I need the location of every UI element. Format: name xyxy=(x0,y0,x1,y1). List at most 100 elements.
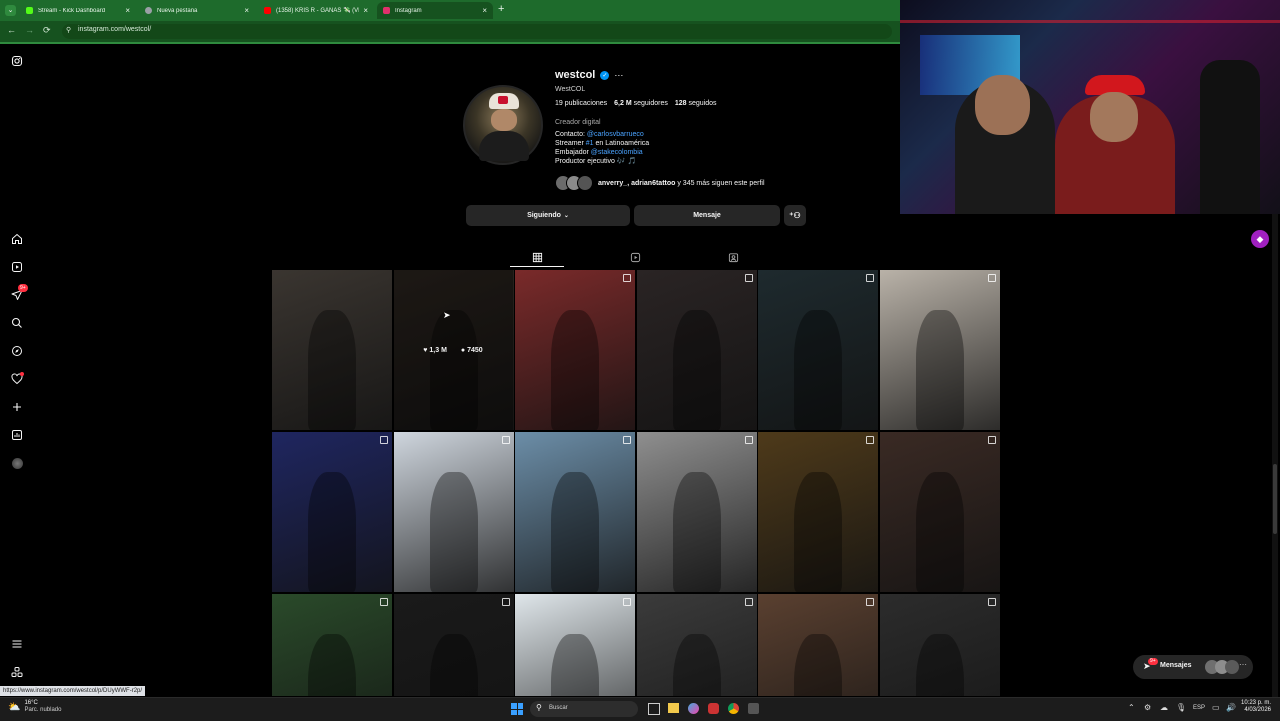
post-thumbnail[interactable] xyxy=(515,594,635,696)
post-subject xyxy=(794,310,842,430)
close-tab-icon[interactable]: × xyxy=(363,6,368,15)
carousel-icon xyxy=(623,274,631,282)
create-icon[interactable] xyxy=(10,400,24,414)
close-tab-icon[interactable]: × xyxy=(244,6,249,15)
volume-icon[interactable]: 🔊 xyxy=(1226,703,1236,712)
followed-by-row[interactable]: anverry_, adrian6tattoo y 345 más siguen… xyxy=(555,175,765,191)
post-subject xyxy=(915,472,964,592)
clock[interactable]: 10:23 p. m. 4/03/2026 xyxy=(1241,700,1271,714)
tray-icon[interactable]: ☁ xyxy=(1160,703,1168,712)
profile-avatar[interactable] xyxy=(463,85,543,165)
threads-icon[interactable] xyxy=(10,665,24,679)
post-thumbnail[interactable] xyxy=(879,432,1000,592)
notifications-icon[interactable] xyxy=(10,372,24,386)
extension-floating-icon[interactable]: ◆ xyxy=(1251,230,1269,248)
file-explorer-icon[interactable] xyxy=(668,703,679,713)
messages-pill[interactable]: ➤ 9+ Mensajes ⋯ xyxy=(1133,655,1253,679)
chrome-icon[interactable] xyxy=(728,703,739,714)
instagram-favicon-icon xyxy=(383,7,390,14)
post-thumbnail[interactable] xyxy=(272,432,392,592)
back-icon[interactable]: ← xyxy=(7,25,16,35)
browser-tab-youtube[interactable]: (1358) KRIS R - GANAS 💸 (VID × xyxy=(258,2,374,19)
post-thumbnail[interactable] xyxy=(636,432,757,592)
post-thumbnail[interactable] xyxy=(758,432,878,592)
browser-tab-kick[interactable]: Stream - Kick Dashboard × xyxy=(20,2,136,19)
dashboard-icon[interactable] xyxy=(10,428,24,442)
task-view-icon[interactable] xyxy=(648,703,660,715)
bio-mention-link[interactable]: @carlosvbarrueco xyxy=(587,131,644,138)
posts-grid-tab-icon[interactable] xyxy=(532,252,543,266)
windows-start-icon[interactable] xyxy=(511,703,523,715)
followed-by-rest: y 345 más siguen este perfil xyxy=(675,179,765,187)
post-thumbnail[interactable] xyxy=(515,270,635,430)
reels-tab-icon[interactable] xyxy=(630,252,641,266)
likes-count: 1,3 M xyxy=(429,346,447,354)
followers-link[interactable]: 6,2 M seguidores xyxy=(614,100,668,107)
tab-title: Stream - Kick Dashboard xyxy=(38,7,106,14)
post-thumbnail[interactable] xyxy=(515,432,635,592)
messages-badge: 9+ xyxy=(18,284,28,292)
post-thumbnail[interactable] xyxy=(758,270,878,430)
bio-line: Streamer #1 en Latinoamérica xyxy=(555,139,649,148)
app-icon-red[interactable] xyxy=(708,703,719,714)
bio-mention-link[interactable]: @stakecolombia xyxy=(591,149,643,156)
suggested-users-button[interactable]: ⁺⚇ xyxy=(784,205,806,226)
close-tab-icon[interactable]: × xyxy=(482,6,487,15)
browser-tab-instagram[interactable]: Instagram × xyxy=(377,2,493,19)
home-icon[interactable] xyxy=(10,232,24,246)
explore-icon[interactable] xyxy=(10,344,24,358)
url-bar[interactable]: ⚲ instagram.com/westcol/ xyxy=(62,24,892,39)
post-subject xyxy=(794,634,842,696)
post-thumbnail[interactable] xyxy=(393,594,514,696)
instagram-logo-icon[interactable] xyxy=(10,54,24,68)
search-icon[interactable] xyxy=(10,316,24,330)
post-thumbnail[interactable] xyxy=(636,594,757,696)
bio-hashtag-link[interactable]: #1 xyxy=(586,140,594,147)
language-indicator[interactable]: ESP xyxy=(1193,705,1205,711)
following-link[interactable]: 128 seguidos xyxy=(675,100,717,107)
messages-pill-badge: 9+ xyxy=(1148,658,1158,665)
clock-date: 4/03/2026 xyxy=(1244,707,1272,713)
browser-tab-new[interactable]: Nueva pestaña × xyxy=(139,2,255,19)
carousel-icon xyxy=(866,436,874,444)
weather-widget[interactable]: ⛅ 16°C Parc. nublado xyxy=(8,700,61,714)
post-thumbnail[interactable] xyxy=(393,432,514,592)
post-thumbnail[interactable] xyxy=(636,270,757,430)
post-subject xyxy=(794,472,842,592)
profile-avatar-icon[interactable] xyxy=(10,456,24,470)
more-options-icon[interactable]: ⋯ xyxy=(614,70,623,81)
tab-title: (1358) KRIS R - GANAS 💸 (VID xyxy=(276,8,360,14)
post-hover-overlay[interactable]: ♥ 1,3 M ● 7450 xyxy=(393,270,513,430)
tab-search-button[interactable]: ⌄ xyxy=(5,5,16,16)
cam-neon-strip xyxy=(900,20,1280,23)
post-thumbnail[interactable] xyxy=(879,594,1000,696)
page-scrollbar[interactable] xyxy=(1272,214,1278,697)
post-thumbnail[interactable] xyxy=(879,270,1000,430)
new-tab-icon[interactable]: + xyxy=(498,3,504,15)
menu-icon[interactable] xyxy=(10,637,24,651)
message-button[interactable]: Mensaje xyxy=(634,205,780,226)
tray-icon[interactable]: ⚙ xyxy=(1144,703,1151,712)
network-icon[interactable]: ▭ xyxy=(1212,703,1220,712)
microphone-icon[interactable]: 🎙 xyxy=(1176,703,1186,712)
show-hidden-icons[interactable]: ⌃ xyxy=(1128,703,1135,712)
carousel-icon xyxy=(866,598,874,606)
post-thumbnail[interactable] xyxy=(758,594,878,696)
globe-favicon-icon xyxy=(145,7,152,14)
reload-icon[interactable]: ⟳ xyxy=(43,25,51,36)
scrollbar-thumb[interactable] xyxy=(1273,464,1277,534)
post-thumbnail[interactable] xyxy=(272,594,392,696)
site-info-icon[interactable]: ⚲ xyxy=(66,26,71,34)
comment-icon: ● xyxy=(460,346,466,354)
close-tab-icon[interactable]: × xyxy=(125,6,130,15)
copilot-icon[interactable] xyxy=(688,703,699,714)
tagged-tab-icon[interactable] xyxy=(728,252,739,266)
post-thumbnail[interactable] xyxy=(272,270,392,430)
messages-icon[interactable]: 9+ xyxy=(10,284,28,302)
bio-text: Contacto: xyxy=(555,131,587,138)
obs-app-icon[interactable] xyxy=(748,703,759,714)
reels-icon[interactable] xyxy=(10,260,24,274)
taskbar-search-box[interactable]: ⚲ Buscar xyxy=(530,701,638,717)
following-button[interactable]: Siguiendo ⌄ xyxy=(466,205,630,226)
forward-icon[interactable]: → xyxy=(25,25,34,35)
